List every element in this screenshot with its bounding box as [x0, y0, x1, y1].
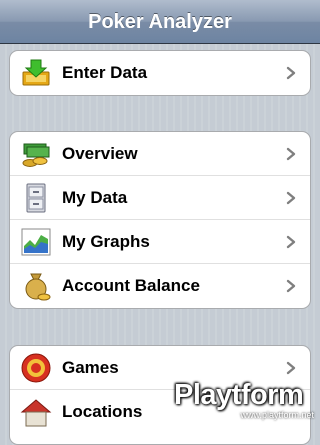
house-icon	[20, 396, 52, 428]
chevron-right-icon	[284, 279, 298, 293]
app-title: Poker Analyzer	[88, 11, 232, 33]
row-my-graphs[interactable]: My Graphs	[10, 220, 310, 264]
row-label: Locations	[62, 402, 143, 421]
group-enter-data: Enter Data	[9, 50, 311, 96]
chevron-right-icon	[284, 66, 298, 80]
money-stack-icon	[20, 138, 52, 170]
watermark-logo: Playtform www.playtform.net	[164, 377, 316, 421]
chevron-right-icon	[284, 147, 298, 161]
row-label: Account Balance	[62, 276, 200, 295]
row-account-balance[interactable]: Account Balance	[10, 264, 310, 308]
enter-data-icon	[20, 57, 52, 89]
row-label: My Graphs	[62, 232, 150, 251]
row-label: My Data	[62, 188, 128, 207]
watermark-brand: Playtform	[174, 379, 304, 411]
target-icon	[20, 352, 52, 384]
row-label: Enter Data	[62, 63, 148, 82]
file-cabinet-icon	[20, 182, 52, 214]
graph-icon	[20, 226, 52, 258]
row-overview[interactable]: Overview	[10, 132, 310, 176]
group-analysis: Overview My Data My Graphs Account Balan…	[9, 131, 311, 309]
chevron-right-icon	[284, 361, 298, 375]
money-bag-icon	[20, 270, 52, 302]
navigation-bar: Poker Analyzer	[0, 0, 320, 44]
chevron-right-icon	[284, 191, 298, 205]
chevron-right-icon	[284, 235, 298, 249]
row-my-data[interactable]: My Data	[10, 176, 310, 220]
row-label: Games	[62, 358, 119, 377]
row-enter-data[interactable]: Enter Data	[10, 51, 310, 95]
watermark-url: www.playtform.net	[240, 410, 314, 420]
row-label: Overview	[62, 144, 138, 163]
